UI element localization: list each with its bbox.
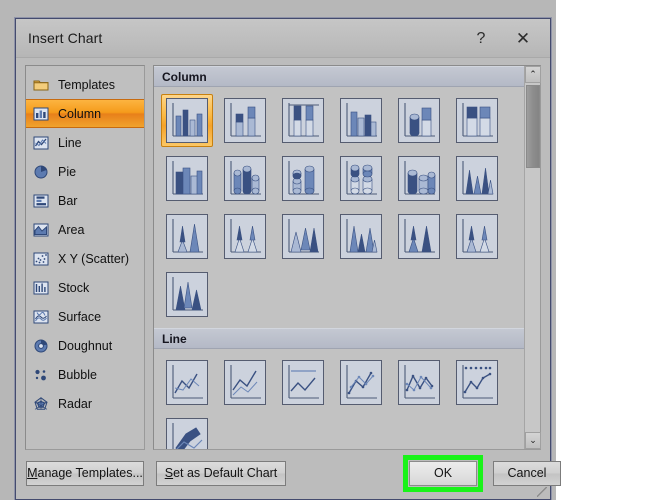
chart-thumb-100-percent-stacked-line[interactable]: [277, 356, 329, 409]
pie-chart-icon: [33, 164, 49, 180]
chart-thumb-3d-pyramid[interactable]: [161, 268, 213, 321]
sidebar-item-label: Templates: [58, 77, 115, 92]
sidebar-item-label: Stock: [58, 280, 90, 295]
sidebar-item-doughnut[interactable]: Doughnut: [26, 331, 144, 360]
area-chart-icon: [33, 222, 49, 238]
chart-thumb-stacked-column[interactable]: [219, 94, 271, 147]
line-chart-icon: [33, 135, 49, 151]
sidebar-item-bar[interactable]: Bar: [26, 186, 144, 215]
chart-thumb-stacked-cone[interactable]: [161, 210, 213, 263]
chart-thumb-3d-clustered-column[interactable]: [335, 94, 387, 147]
sidebar-item-bubble[interactable]: Bubble: [26, 360, 144, 389]
chart-thumb-3d-column[interactable]: [161, 152, 213, 205]
ok-button[interactable]: OK: [409, 461, 477, 486]
chart-gallery-panel: ColumnLinePie ⌃ ⌄: [153, 65, 541, 450]
chart-thumb-clustered-column[interactable]: [161, 94, 213, 147]
radar-chart-icon: [33, 396, 49, 412]
sidebar-item-label: Bar: [58, 193, 78, 208]
screenshot-root: Insert Chart ? ✕ Templates Column Line Pie B…: [0, 0, 667, 500]
chart-thumb-100-percent-stacked-pyramid[interactable]: [451, 210, 503, 263]
close-icon[interactable]: ✕: [510, 27, 536, 51]
chart-thumb-clustered-cone[interactable]: [451, 152, 503, 205]
chart-thumb-clustered-cylinder[interactable]: [219, 152, 271, 205]
gallery-section-header-line: Line: [154, 328, 524, 349]
sidebar-item-area[interactable]: Area: [26, 215, 144, 244]
sidebar-item-pie[interactable]: Pie: [26, 157, 144, 186]
sidebar-item-surface[interactable]: Surface: [26, 302, 144, 331]
sidebar-item-line[interactable]: Line: [26, 128, 144, 157]
help-icon[interactable]: ?: [468, 27, 494, 51]
dialog-body: Templates Column Line Pie Bar Area X Y (Scatte…: [16, 58, 550, 453]
chart-thumb-3d-100-percent-stacked-column[interactable]: [451, 94, 503, 147]
gallery-section-header-column: Column: [154, 66, 524, 87]
sidebar-item-label: Radar: [58, 396, 93, 411]
sidebar-item-label: Column: [58, 106, 102, 121]
scatter-chart-icon: [33, 251, 49, 267]
chart-thumb-line[interactable]: [161, 356, 213, 409]
set-as-default-chart-button[interactable]: Set as Default Chart: [156, 461, 286, 486]
dialog-footer: Manage Templates... Set as Default Chart…: [16, 453, 561, 499]
scroll-up-icon[interactable]: ⌃: [525, 66, 541, 83]
gallery-scrollbar[interactable]: ⌃ ⌄: [524, 66, 541, 449]
resize-grip-icon[interactable]: [537, 487, 547, 497]
chart-thumb-stacked-line-with-markers[interactable]: [393, 356, 445, 409]
chart-thumb-stacked-pyramid[interactable]: [393, 210, 445, 263]
bubble-chart-icon: [33, 367, 49, 383]
gallery-grid-column: [154, 87, 524, 328]
chart-thumb-3d-cylinder[interactable]: [393, 152, 445, 205]
sidebar-item-label: Line: [58, 135, 82, 150]
dialog-title: Insert Chart: [28, 30, 103, 46]
chart-gallery[interactable]: ColumnLinePie: [154, 66, 524, 449]
scroll-down-icon[interactable]: ⌄: [525, 432, 541, 449]
sidebar-item-column[interactable]: Column: [26, 99, 144, 128]
chart-thumb-100-percent-stacked-cylinder[interactable]: [335, 152, 387, 205]
chart-thumb-clustered-pyramid[interactable]: [335, 210, 387, 263]
cancel-button[interactable]: Cancel: [493, 461, 561, 486]
chart-type-sidebar[interactable]: Templates Column Line Pie Bar Area X Y (Scatte…: [25, 65, 145, 450]
chart-thumb-100-percent-stacked-cone[interactable]: [219, 210, 271, 263]
chart-thumb-3d-stacked-column[interactable]: [393, 94, 445, 147]
bar-chart-icon: [33, 193, 49, 209]
chart-thumb-100-percent-stacked-line-with-markers[interactable]: [451, 356, 503, 409]
chart-thumb-stacked-cylinder[interactable]: [277, 152, 329, 205]
sidebar-item-stock[interactable]: Stock: [26, 273, 144, 302]
sidebar-item-label: Bubble: [58, 367, 97, 382]
manage-templates-button[interactable]: Manage Templates...: [26, 461, 144, 486]
sidebar-item-radar[interactable]: Radar: [26, 389, 144, 418]
chart-thumb-3d-line[interactable]: [161, 414, 213, 449]
dialog-titlebar: Insert Chart ? ✕: [16, 19, 550, 58]
chart-thumb-3d-cone[interactable]: [277, 210, 329, 263]
folder-icon: [33, 77, 49, 93]
chart-thumb-line-with-markers[interactable]: [335, 356, 387, 409]
stock-chart-icon: [33, 280, 49, 296]
insert-chart-dialog: Insert Chart ? ✕ Templates Column Line Pie B…: [15, 18, 561, 500]
chart-thumb-stacked-line[interactable]: [219, 356, 271, 409]
sidebar-item-label: Pie: [58, 164, 77, 179]
sidebar-item-label: Doughnut: [58, 338, 113, 353]
column-chart-icon: [33, 106, 49, 122]
chart-thumb-100-percent-stacked-column[interactable]: [277, 94, 329, 147]
sidebar-item-x-y-scatter[interactable]: X Y (Scatter): [26, 244, 144, 273]
sidebar-item-label: Area: [58, 222, 85, 237]
scrollbar-thumb[interactable]: [526, 85, 540, 168]
sidebar-item-label: Surface: [58, 309, 102, 324]
gallery-grid-line: [154, 349, 524, 449]
doughnut-chart-icon: [33, 338, 49, 354]
sidebar-item-label: X Y (Scatter): [58, 251, 130, 266]
surface-chart-icon: [33, 309, 49, 325]
sidebar-item-templates[interactable]: Templates: [26, 70, 144, 99]
